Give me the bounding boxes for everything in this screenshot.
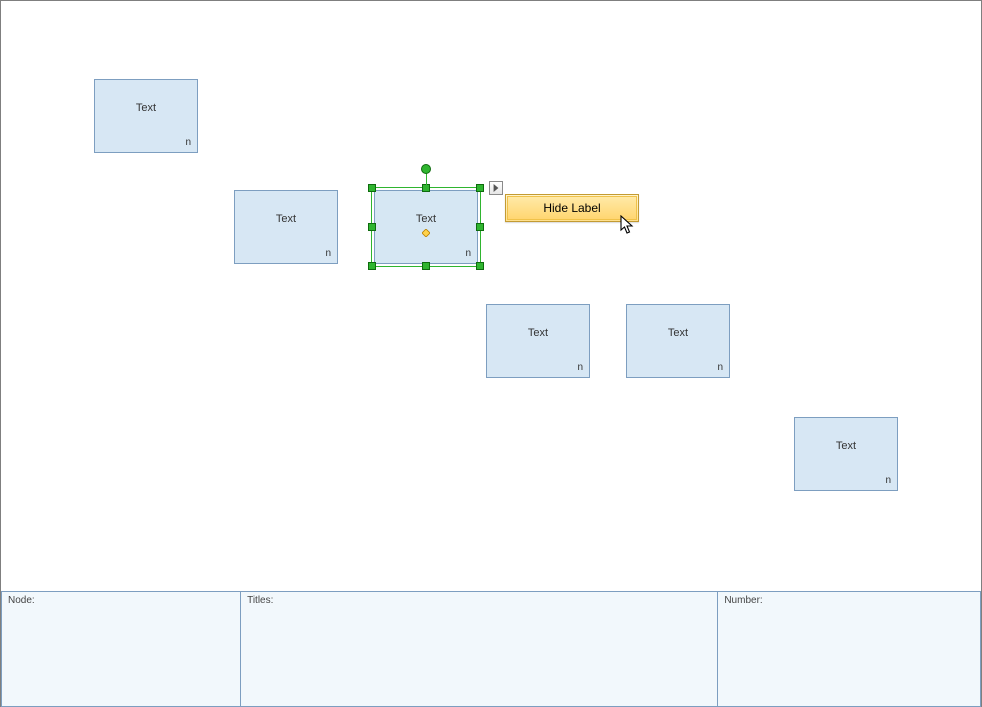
rotation-connector (426, 172, 427, 187)
node-corner-label: n (185, 137, 191, 148)
diagram-node[interactable]: Text n (486, 304, 590, 378)
smart-tag-button[interactable] (489, 181, 503, 195)
diagram-node[interactable]: Text n (94, 79, 198, 153)
resize-handle-nw[interactable] (368, 184, 376, 192)
app-frame: Text n Text n Text n (0, 0, 982, 707)
rotation-handle[interactable] (421, 164, 431, 174)
node-corner-label: n (577, 362, 583, 373)
resize-handle-s[interactable] (422, 262, 430, 270)
panel-number: Number: (717, 591, 981, 707)
node-title: Text (375, 213, 477, 225)
panel-node: Node: (1, 591, 241, 707)
diagram-node[interactable]: Text n (794, 417, 898, 491)
node-title: Text (95, 102, 197, 114)
node-corner-label: n (465, 248, 471, 259)
resize-handle-e[interactable] (476, 223, 484, 231)
node-corner-label: n (717, 362, 723, 373)
resize-handle-ne[interactable] (476, 184, 484, 192)
node-title: Text (627, 327, 729, 339)
play-icon (493, 184, 499, 192)
node-corner-label: n (885, 475, 891, 486)
smart-tag-menu: Hide Label (505, 194, 639, 222)
diagram-node[interactable]: Text n (626, 304, 730, 378)
smart-tag-glyph-icon (422, 228, 430, 236)
resize-handle-w[interactable] (368, 223, 376, 231)
diagram-canvas[interactable]: Text n Text n Text n (1, 1, 981, 590)
node-title: Text (235, 213, 337, 225)
diagram-node-selected[interactable]: Text n (374, 190, 478, 264)
menu-item-hide-label[interactable]: Hide Label (507, 196, 637, 220)
node-corner-label: n (325, 248, 331, 259)
node-title: Text (795, 440, 897, 452)
node-title: Text (487, 327, 589, 339)
resize-handle-se[interactable] (476, 262, 484, 270)
panel-titles: Titles: (240, 591, 718, 707)
footer-panels: Node: Titles: Number: (1, 591, 981, 707)
diagram-node[interactable]: Text n (234, 190, 338, 264)
panel-node-label: Node: (8, 595, 35, 606)
panel-number-label: Number: (724, 595, 762, 606)
panel-titles-label: Titles: (247, 595, 273, 606)
resize-handle-sw[interactable] (368, 262, 376, 270)
